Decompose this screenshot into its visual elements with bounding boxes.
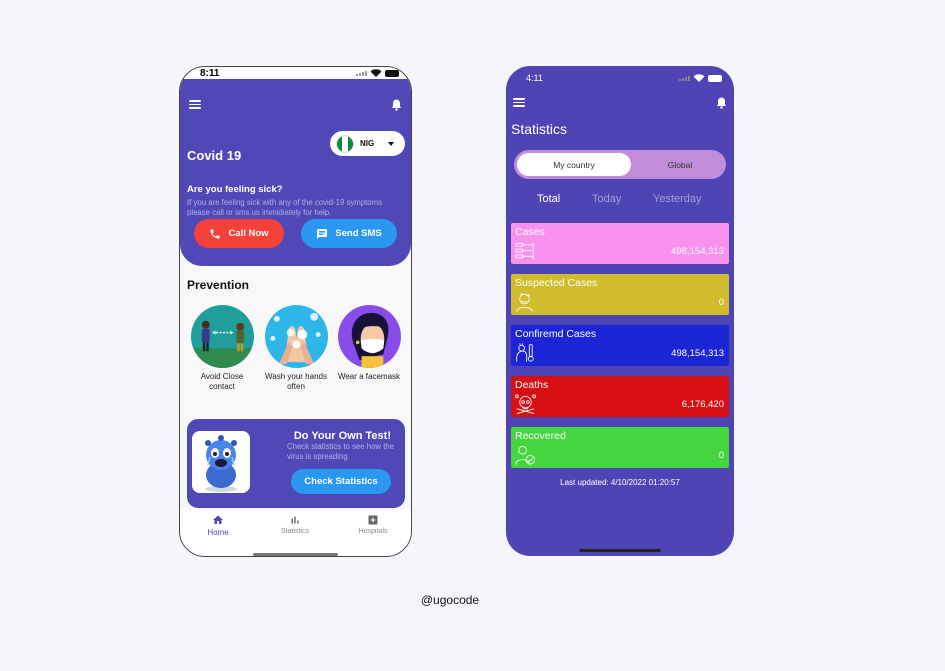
nav-label-hospitals: Hospitals (358, 528, 388, 535)
prevention-label: Avoid Close contact (200, 372, 244, 391)
stat-value: 0 (718, 450, 724, 461)
toggle-my-country[interactable]: My country (517, 153, 631, 176)
prevention-item[interactable]: Avoid Close contact (188, 305, 256, 392)
nav-label-statistics: Statistics (280, 528, 309, 535)
nav-item-home[interactable]: Home (188, 514, 248, 537)
status-time: 4:11 (526, 73, 543, 83)
nav-label-home: Home (207, 528, 229, 537)
skull-icon (515, 394, 536, 414)
nav-item-hospitals[interactable]: Hospitals (343, 514, 403, 535)
prevention-heading: Prevention (187, 278, 250, 292)
stat-label: Cases (515, 226, 545, 238)
battery-icon (708, 74, 722, 82)
home-indicator (579, 549, 661, 552)
stat-label: Suspected Cases (515, 277, 598, 289)
stat-card-recovered[interactable]: Recovered 0 (511, 427, 729, 468)
stat-label: Deaths (515, 379, 549, 391)
menu-icon[interactable] (189, 100, 201, 109)
bell-icon[interactable] (716, 97, 727, 109)
page-title: Covid 19 (187, 148, 242, 163)
stat-value: 498,154,313 (671, 348, 724, 359)
virus-mascot-image (192, 431, 250, 493)
virus-character-icon (192, 431, 250, 493)
recovered-icon (515, 445, 536, 465)
check-statistics-button[interactable]: Check Statistics (291, 469, 391, 494)
home-header: Covid 19 NIG Are you feeling sick? If yo… (180, 79, 411, 266)
self-test-description: Check statistics to see how the virus is… (287, 442, 395, 461)
message-icon (317, 228, 328, 239)
self-test-card: Do Your Own Test! Check statistics to se… (187, 419, 405, 508)
prevention-label: Wear a facemask (337, 372, 401, 381)
sick-heading: Are you feeling sick? (187, 184, 283, 195)
stat-card-confirmed[interactable]: Confiremd Cases 498,154,313 (511, 325, 729, 366)
hospital-icon (368, 515, 378, 525)
home-icon (213, 515, 223, 524)
home-indicator (253, 553, 338, 556)
stat-label: Confiremd Cases (515, 328, 597, 340)
handwash-icon (264, 305, 328, 368)
nigeria-flag-icon (336, 134, 354, 153)
self-test-title: Do Your Own Test! (293, 430, 391, 442)
menu-icon[interactable] (513, 98, 525, 107)
stat-value: 6,176,420 (681, 399, 724, 410)
last-updated-text: Last updated: 4/10/2022 01:20:57 (560, 478, 680, 487)
home-screen: 8:11 Covid 19 NIG Are you feeling sick? … (179, 66, 412, 557)
thermometer-icon (516, 343, 534, 362)
stat-card-deaths[interactable]: Deaths 6,176,420 (511, 376, 729, 417)
tab-total[interactable]: Total (537, 193, 560, 205)
tab-yesterday[interactable]: Yesterday (653, 193, 702, 205)
scope-toggle: My country Global (514, 150, 726, 179)
signal-icon (679, 75, 690, 81)
call-now-button[interactable]: Call Now (194, 219, 284, 248)
country-code: NIG (360, 139, 375, 148)
stat-card-cases[interactable]: Cases 498,154,313 (511, 223, 729, 264)
wifi-icon (370, 69, 382, 77)
tab-today[interactable]: Today (592, 193, 621, 205)
stat-value: 0 (718, 297, 724, 308)
suspected-icon (516, 293, 533, 312)
prevention-item[interactable]: Wear a facemask (335, 305, 403, 382)
chevron-down-icon (388, 141, 395, 146)
cases-icon (515, 242, 534, 260)
nav-item-statistics[interactable]: Statistics (265, 514, 325, 535)
statistics-screen: 4:11 Statistics My country Global Total … (506, 66, 734, 556)
bell-icon[interactable] (391, 99, 402, 111)
facemask-icon (337, 305, 401, 368)
toggle-global[interactable]: Global (639, 150, 721, 179)
stat-value: 498,154,313 (671, 246, 724, 257)
sick-description: If you are feeling sick with any of the … (187, 198, 383, 217)
stat-label: Recovered (515, 430, 566, 442)
page-title: Statistics (511, 121, 568, 137)
country-selector[interactable]: NIG (330, 131, 405, 156)
signal-icon (356, 70, 367, 76)
prevention-label: Wash your hands often (265, 372, 327, 391)
bottom-navigation: Home Statistics Hospitals (180, 510, 411, 556)
stat-card-suspected[interactable]: Suspected Cases 0 (511, 274, 729, 315)
status-time: 8:11 (200, 68, 220, 79)
send-sms-button[interactable]: Send SMS (301, 219, 397, 248)
status-bar: 8:11 (180, 67, 411, 79)
bar-chart-icon (291, 516, 299, 524)
send-sms-label: Send SMS (335, 228, 382, 239)
wifi-icon (693, 74, 705, 82)
prevention-item[interactable]: Wash your hands often (262, 305, 330, 392)
author-credit: @ugocode (420, 593, 480, 607)
phone-icon (210, 229, 220, 238)
distance-icon (190, 305, 254, 368)
call-now-label: Call Now (228, 228, 269, 239)
battery-icon (385, 69, 399, 77)
